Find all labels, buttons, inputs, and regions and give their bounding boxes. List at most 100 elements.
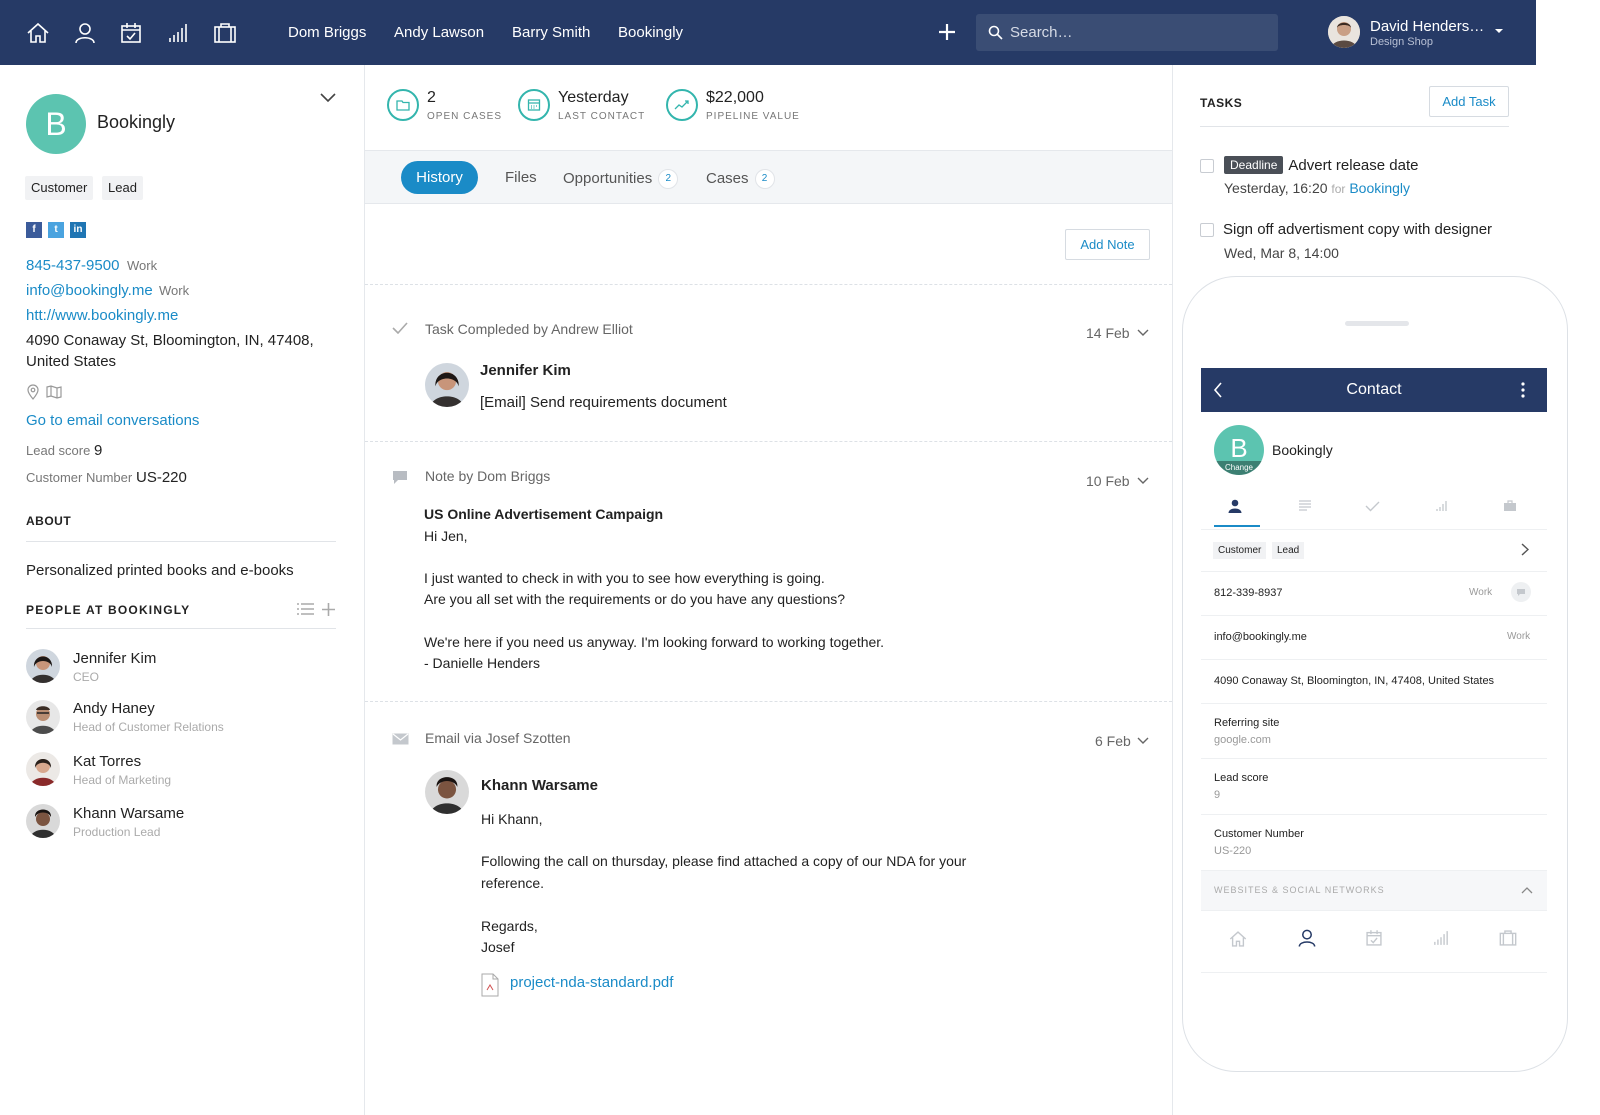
pipeline-value-label: PIPELINE VALUE [706, 111, 800, 122]
chevron-down-icon[interactable] [1137, 477, 1149, 485]
home-icon[interactable] [1228, 929, 1248, 949]
phone-referring-row: Referring site google.com [1201, 704, 1547, 759]
divider [365, 441, 1172, 442]
tab-files[interactable]: Files [505, 169, 537, 186]
lead-score-label: Lead score [1214, 772, 1269, 784]
person-icon[interactable] [1228, 499, 1242, 513]
avatar[interactable] [425, 363, 469, 407]
avatar[interactable] [26, 752, 60, 786]
last-contact-value: Yesterday [558, 89, 629, 106]
chevron-up-icon[interactable] [1521, 886, 1533, 894]
briefcase-icon[interactable] [1497, 928, 1519, 948]
more-vertical-icon[interactable] [1521, 382, 1525, 398]
lead-score-value: 9 [1214, 789, 1221, 801]
websites-section-header[interactable]: WEBSITES & SOCIAL NETWORKS [1201, 871, 1547, 911]
nav-link-andy-lawson[interactable]: Andy Lawson [394, 24, 484, 41]
bars-icon[interactable] [1435, 499, 1448, 512]
deadline-badge: Deadline [1224, 156, 1284, 174]
avatar[interactable] [26, 804, 60, 838]
message-icon[interactable] [1511, 582, 1531, 602]
calendar-icon [518, 89, 550, 121]
email-line: reference. [481, 875, 545, 891]
bars-icon[interactable] [165, 20, 191, 46]
avatar[interactable] [26, 649, 60, 683]
person-name[interactable]: Khann Warsame [73, 805, 184, 822]
chevron-right-icon[interactable] [1521, 543, 1529, 556]
tag-customer[interactable]: Customer [1213, 542, 1267, 559]
task-person-name[interactable]: Jennifer Kim [480, 362, 571, 379]
briefcase-icon[interactable] [212, 20, 238, 46]
email-line: Regards, [481, 918, 538, 934]
avatar[interactable] [26, 700, 60, 734]
list-icon[interactable] [1298, 500, 1312, 512]
contact-phone[interactable]: 845-437-9500 [26, 257, 119, 274]
calendar-icon[interactable] [118, 20, 144, 46]
map-icon[interactable] [46, 385, 62, 399]
task-checkbox[interactable] [1200, 223, 1214, 237]
email-conversations-link[interactable]: Go to email conversations [26, 412, 199, 429]
phone-tags-row[interactable]: Customer Lead [1201, 530, 1547, 572]
add-note-button[interactable]: Add Note [1065, 229, 1150, 260]
phone-customer-number-row: Customer Number US-220 [1201, 815, 1547, 871]
bars-icon[interactable] [1431, 928, 1451, 948]
phone-email[interactable]: info@bookingly.me [1214, 631, 1307, 643]
phone-email-row[interactable]: info@bookingly.me Work [1201, 616, 1547, 660]
task-title[interactable]: Sign off advertisment copy with designer [1223, 221, 1492, 238]
linkedin-icon[interactable]: in [70, 222, 86, 238]
person-name[interactable]: Jennifer Kim [73, 650, 156, 667]
person-icon[interactable] [72, 20, 98, 46]
chevron-down-icon[interactable] [1137, 737, 1149, 745]
phone-number-row[interactable]: 812-339-8937 Work [1201, 572, 1547, 616]
phone-address-row[interactable]: 4090 Conaway St, Bloomington, IN, 47408,… [1201, 660, 1547, 704]
tag-lead[interactable]: Lead [1272, 542, 1305, 559]
task-checkbox[interactable] [1200, 159, 1214, 173]
briefcase-icon[interactable] [1503, 500, 1517, 512]
tab-history[interactable]: History [401, 161, 478, 194]
person-name[interactable]: Kat Torres [73, 753, 141, 770]
tag-customer[interactable]: Customer [25, 176, 94, 200]
list-icon[interactable] [297, 603, 314, 616]
email-entry-header: Email via Josef Szotten [425, 730, 571, 746]
add-person-icon[interactable] [321, 602, 336, 617]
phone-number[interactable]: 812-339-8937 [1214, 587, 1283, 599]
tab-opportunities[interactable]: Opportunities 2 [563, 169, 679, 189]
chevron-down-icon[interactable] [320, 93, 336, 103]
note-line: Hi Jen, [424, 528, 468, 544]
add-icon[interactable] [934, 19, 960, 45]
map-pin-icon[interactable] [26, 384, 40, 400]
user-avatar[interactable] [1328, 16, 1360, 48]
avatar[interactable] [425, 770, 469, 814]
phone-contact-avatar[interactable]: B Change [1214, 425, 1264, 475]
calendar-icon[interactable] [1364, 928, 1384, 948]
task-title[interactable]: Deadline Advert release date [1224, 156, 1418, 174]
nav-link-bookingly[interactable]: Bookingly [618, 24, 683, 41]
tab-cases[interactable]: Cases 2 [706, 169, 775, 189]
contact-website[interactable]: htt://www.bookingly.me [26, 307, 178, 324]
person-icon[interactable] [1296, 927, 1318, 949]
task-for-label: for [1331, 182, 1346, 196]
person-name[interactable]: Andy Haney [73, 700, 155, 717]
nav-link-barry-smith[interactable]: Barry Smith [512, 24, 590, 41]
search-input[interactable] [1010, 14, 1270, 51]
open-cases-label: OPEN CASES [427, 111, 503, 122]
facebook-icon[interactable]: f [26, 222, 42, 238]
pdf-file-icon [481, 973, 499, 997]
open-cases-value: 2 [427, 89, 436, 106]
twitter-icon[interactable]: t [48, 222, 64, 238]
contact-email[interactable]: info@bookingly.me [26, 282, 153, 299]
task-entry-date: 14 Feb [1086, 325, 1130, 341]
note-subject: US Online Advertisement Campaign [424, 506, 664, 522]
change-photo-label[interactable]: Change [1214, 461, 1264, 475]
user-name[interactable]: David Henders… [1370, 18, 1484, 35]
attachment-link[interactable]: project-nda-standard.pdf [510, 974, 673, 991]
chevron-down-icon[interactable] [1494, 28, 1504, 34]
add-task-button[interactable]: Add Task [1429, 86, 1509, 117]
task-for-link[interactable]: Bookingly [1349, 180, 1410, 196]
home-icon[interactable] [25, 20, 51, 46]
chevron-down-icon[interactable] [1137, 329, 1149, 337]
tag-lead[interactable]: Lead [102, 176, 143, 200]
nav-link-dom-briggs[interactable]: Dom Briggs [288, 24, 366, 41]
email-person-name[interactable]: Khann Warsame [481, 777, 598, 794]
checkmark-icon[interactable] [1365, 501, 1380, 512]
cases-count-badge: 2 [754, 169, 775, 189]
